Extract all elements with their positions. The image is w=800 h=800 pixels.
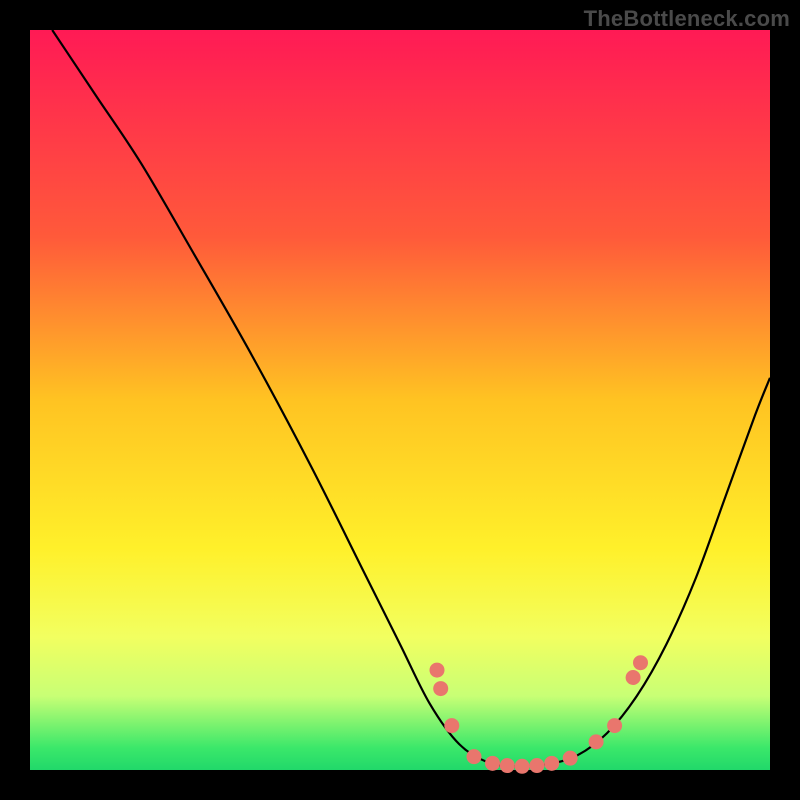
data-marker	[589, 734, 604, 749]
plot-area	[30, 30, 770, 774]
bottleneck-plot	[0, 0, 800, 800]
data-marker	[544, 756, 559, 771]
data-marker	[607, 718, 622, 733]
data-marker	[467, 749, 482, 764]
data-marker	[485, 756, 500, 771]
data-marker	[433, 681, 448, 696]
data-marker	[633, 655, 648, 670]
data-marker	[430, 663, 445, 678]
watermark-text: TheBottleneck.com	[584, 6, 790, 32]
data-marker	[500, 758, 515, 773]
data-marker	[563, 751, 578, 766]
data-marker	[626, 670, 641, 685]
data-marker	[444, 718, 459, 733]
chart-frame: TheBottleneck.com	[0, 0, 800, 800]
data-marker	[515, 759, 530, 774]
data-marker	[529, 758, 544, 773]
